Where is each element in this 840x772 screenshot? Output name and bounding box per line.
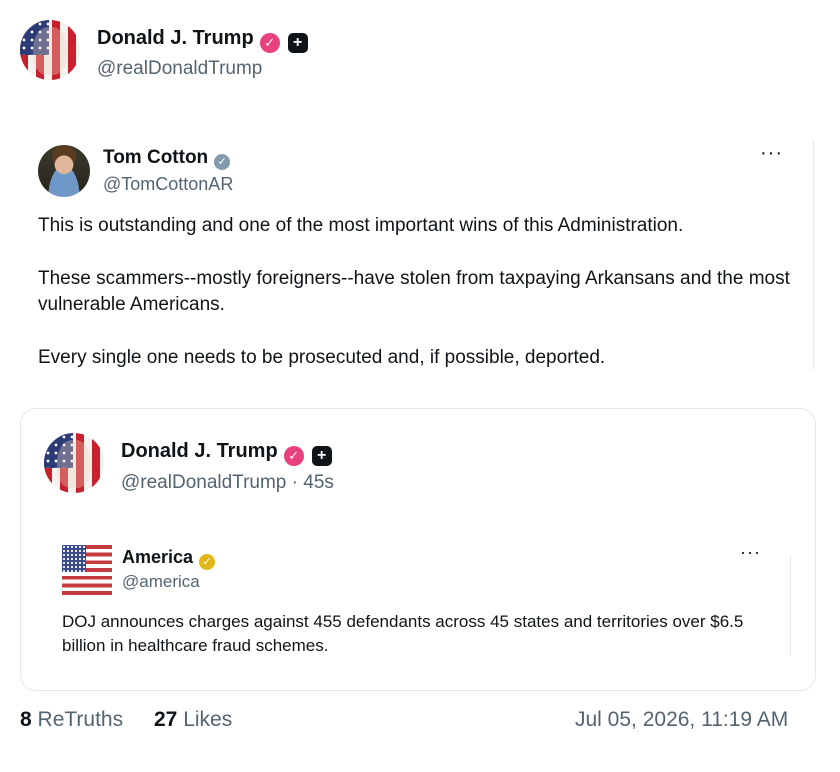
retruths-stat[interactable]: 8 ReTruths: [20, 708, 123, 732]
verified-badge-icon: ✓: [214, 154, 231, 170]
embedded-author-avatar[interactable]: [44, 433, 104, 493]
embedded-author-name-row[interactable]: Donald J. Trump ✓ +: [121, 440, 332, 466]
inner-post-text: DOJ announces charges against 455 defend…: [62, 612, 744, 655]
more-options-icon[interactable]: ···: [760, 143, 783, 163]
divider: [790, 555, 791, 655]
embedded-author-handle-row: @realDonaldTrump · 45s: [121, 472, 334, 494]
inner-author-avatar[interactable]: [62, 545, 112, 595]
quoted-author-avatar[interactable]: [38, 145, 90, 197]
divider: [813, 140, 814, 370]
verified-badge-icon: ✓: [259, 33, 280, 53]
inner-author-name-row[interactable]: America ✓: [122, 547, 216, 570]
retruths-count: 8: [20, 708, 32, 731]
author-name[interactable]: Donald J. Trump: [97, 27, 254, 49]
embedded-author-name[interactable]: Donald J. Trump: [121, 440, 278, 462]
likes-label: Likes: [183, 708, 233, 731]
plus-square-icon: +: [311, 446, 332, 466]
quoted-paragraph-3: Every single one needs to be prosecuted …: [38, 347, 606, 368]
embedded-time[interactable]: · 45s: [292, 472, 334, 493]
plus-square-icon: +: [287, 33, 308, 53]
post-timestamp[interactable]: Jul 05, 2026, 11:19 AM: [575, 708, 788, 732]
likes-count: 27: [154, 708, 178, 731]
quoted-author-name[interactable]: Tom Cotton: [103, 147, 208, 168]
inner-author-handle[interactable]: @america: [122, 572, 200, 592]
quoted-paragraph-2: These scammers--mostly foreigners--have …: [38, 268, 790, 315]
retruths-label: ReTruths: [37, 708, 124, 731]
author-avatar[interactable]: [20, 20, 80, 80]
author-name-row[interactable]: Donald J. Trump ✓ +: [97, 27, 308, 53]
verified-badge-icon: ✓: [283, 446, 304, 466]
quoted-author-name-row[interactable]: Tom Cotton ✓: [103, 147, 231, 170]
quoted-paragraph-1: This is outstanding and one of the most …: [38, 215, 684, 236]
author-handle[interactable]: @realDonaldTrump: [97, 58, 262, 80]
likes-stat[interactable]: 27 Likes: [154, 708, 232, 732]
embedded-author-handle[interactable]: @realDonaldTrump: [121, 472, 286, 493]
more-options-icon[interactable]: ···: [740, 543, 761, 561]
inner-author-name[interactable]: America: [122, 547, 193, 567]
quoted-author-handle[interactable]: @TomCottonAR: [103, 174, 233, 195]
verified-badge-icon: ✓: [199, 554, 216, 570]
